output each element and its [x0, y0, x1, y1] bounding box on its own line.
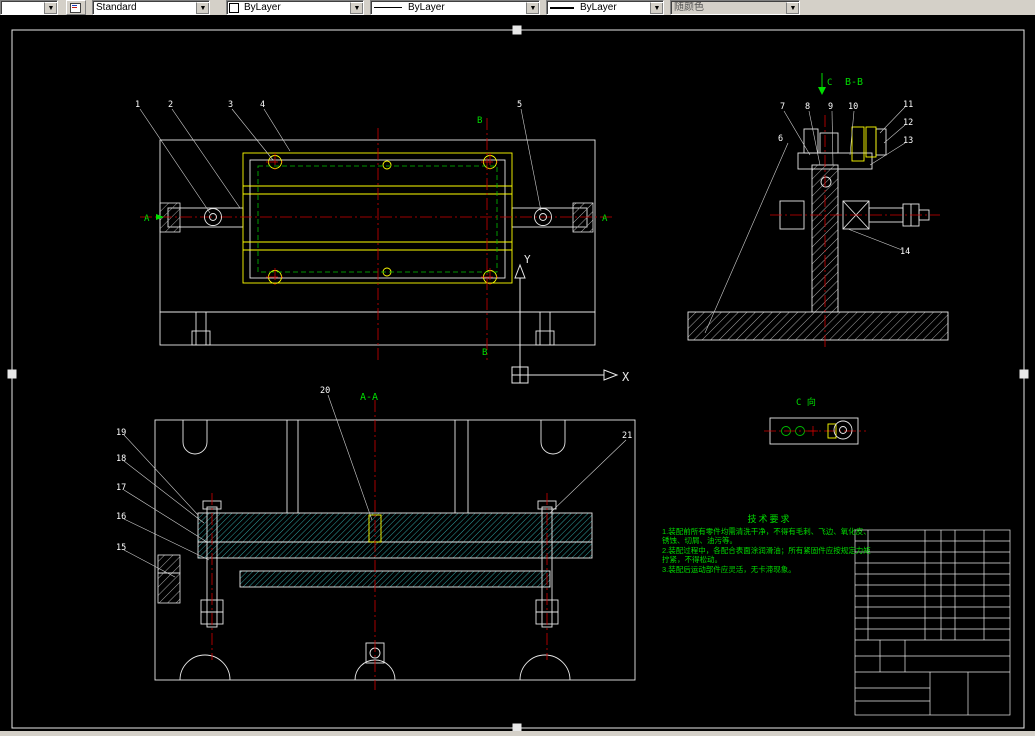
callout-17: 17	[116, 483, 126, 493]
callout-1: 1	[135, 100, 140, 110]
callout-18: 18	[116, 454, 126, 464]
linetype-combo-value: ByLayer	[408, 2, 445, 13]
callout-6: 6	[778, 134, 783, 144]
tech-requirement-item: 2.装配过程中，各配合表面涂润滑油；所有紧固件应按规定力矩拧紧，不得松动。	[662, 545, 871, 565]
datum-b-top: B	[477, 116, 482, 126]
section-aa-label: A-A	[360, 392, 378, 403]
callout-16: 16	[116, 512, 126, 522]
callout-14: 14	[900, 247, 910, 257]
color-combo-value: ByLayer	[244, 2, 281, 13]
callout-13: 13	[903, 136, 913, 146]
text-style-value: Standard	[96, 2, 137, 13]
callout-2: 2	[168, 100, 173, 110]
callout-9: 9	[828, 102, 833, 112]
callout-21: 21	[622, 431, 632, 441]
callout-12: 12	[903, 118, 913, 128]
tech-requirement-item: 1.装配前所有零件均需清洗干净，不得有毛刺、飞边、氧化皮、锈蚀、切屑、油污等。	[662, 526, 871, 546]
cad-window: ▼ Standard ▼ ByLayer ▼ ByLayer ▼ ByLayer…	[0, 0, 1035, 736]
color-swatch-icon	[229, 2, 239, 13]
section-aa-view: 19 18 17 16 15 20 21 A-A	[116, 386, 636, 690]
chevron-down-icon[interactable]: ▼	[196, 1, 209, 14]
arrow-down-icon	[818, 87, 826, 95]
section-bb-label: B-B	[845, 77, 863, 88]
callout-8: 8	[805, 102, 810, 112]
chevron-down-icon[interactable]: ▼	[350, 1, 363, 14]
lineweight-sample-icon	[550, 6, 574, 9]
callout-11: 11	[903, 100, 913, 110]
ucs-y-label: Y	[524, 253, 531, 266]
c-detail-view: C 向	[764, 396, 866, 445]
callout-7: 7	[780, 102, 785, 112]
lineweight-combo[interactable]: ByLayer ▼	[546, 0, 664, 15]
ucs-x-label: X	[622, 370, 630, 384]
callout-5: 5	[517, 100, 522, 110]
callout-10: 10	[848, 102, 858, 112]
plan-view: A A B B 1 2 3 4 5	[135, 100, 612, 360]
chevron-down-icon[interactable]: ▼	[526, 1, 539, 14]
datum-a-right: A	[602, 214, 608, 224]
chevron-down-icon[interactable]: ▼	[44, 1, 57, 14]
datum-b-bottom: B	[482, 348, 487, 358]
plotstyle-combo[interactable]: 随颜色 ▼	[670, 0, 800, 15]
style-manager-icon[interactable]	[66, 0, 86, 15]
view-c-label: C 向	[796, 396, 816, 408]
callout-15: 15	[116, 543, 126, 553]
chevron-down-icon[interactable]: ▼	[786, 1, 799, 14]
callout-3: 3	[228, 100, 233, 110]
chevron-down-icon[interactable]: ▼	[650, 1, 663, 14]
color-combo[interactable]: ByLayer ▼	[226, 0, 364, 15]
datum-a-left: A	[144, 214, 150, 224]
title-block	[854, 529, 1011, 716]
dir-c-label: C	[827, 78, 832, 88]
lineweight-combo-value: ByLayer	[580, 2, 617, 13]
plotstyle-combo-value: 随颜色	[674, 2, 704, 13]
tech-requirement-item: 3.装配后运动部件应灵活，无卡滞现象。	[662, 564, 796, 574]
section-bb-view: 6 7 8 9 10 11 12 13 14 B-B C	[687, 73, 949, 350]
tech-requirements-text: 技术要求 1.装配前所有零件均需清洗干净，不得有毛刺、飞边、氧化皮、锈蚀、切屑、…	[662, 514, 877, 574]
workspace-combo[interactable]: ▼	[0, 0, 58, 15]
linetype-combo[interactable]: ByLayer ▼	[370, 0, 540, 15]
callout-19: 19	[116, 428, 126, 438]
ucs-icon: Y X	[511, 253, 630, 384]
callout-4: 4	[260, 100, 265, 110]
tech-requirements-title: 技术要求	[747, 514, 792, 524]
linetype-sample-icon	[374, 7, 402, 8]
drawing-frame	[7, 25, 1029, 732]
text-style-combo[interactable]: Standard ▼	[92, 0, 210, 15]
drawing-svg: A A B B 1 2 3 4 5 6 7 8 9 10 11 12 13 14…	[7, 25, 1029, 732]
callout-20: 20	[320, 386, 330, 396]
toolbar: ▼ Standard ▼ ByLayer ▼ ByLayer ▼ ByLayer…	[0, 0, 1035, 15]
drawing-canvas[interactable]: A A B B 1 2 3 4 5 6 7 8 9 10 11 12 13 14…	[0, 15, 1035, 732]
